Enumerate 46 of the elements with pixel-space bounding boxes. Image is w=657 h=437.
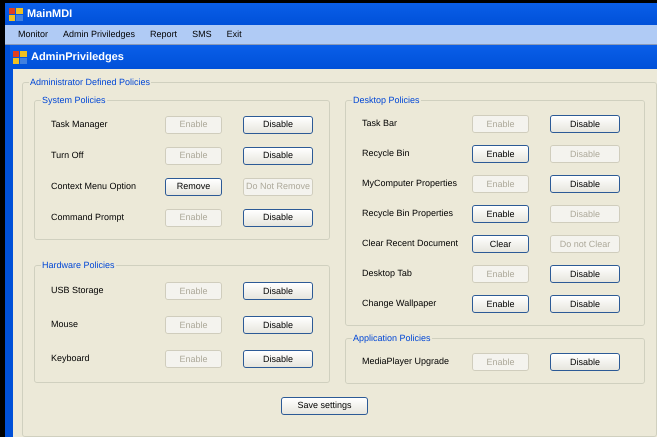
policy-button[interactable]: Enable — [472, 145, 529, 163]
policy-button[interactable]: Disable — [550, 295, 620, 313]
policy-label: Change Wallpaper — [362, 297, 438, 310]
policy-label: Context Menu Option — [51, 180, 138, 193]
policy-button[interactable]: Disable — [243, 282, 313, 300]
policy-button[interactable]: Disable — [550, 265, 620, 283]
policy-button[interactable]: Clear — [472, 235, 529, 253]
policy-label: Mouse — [51, 318, 80, 332]
policy-label: Command Prompt — [51, 210, 126, 224]
policy-label: Keyboard — [51, 352, 91, 366]
policy-button[interactable]: Disable — [550, 115, 620, 133]
menu-item[interactable]: Admin Priviledges — [63, 28, 136, 42]
policy-label: Recycle Bin — [362, 147, 411, 160]
policy-button[interactable]: Disable — [243, 116, 313, 134]
policy-button[interactable]: Disable — [243, 316, 313, 334]
menu-item[interactable]: Report — [150, 28, 178, 42]
policy-button[interactable]: Enable — [472, 295, 529, 313]
window-icon — [13, 50, 27, 64]
group-title: Desktop Policies — [352, 94, 421, 106]
policy-label: Recycle Bin Properties — [362, 207, 454, 220]
child-window-title: AdminPriviledges — [31, 50, 124, 65]
policy-label: MyComputer Properties — [362, 177, 458, 190]
group-title: Administrator Defined Policies — [29, 76, 152, 88]
policy-button[interactable]: Disable — [243, 208, 313, 226]
policy-button[interactable]: Disable — [550, 175, 620, 193]
save-button[interactable]: Save settings — [281, 397, 368, 415]
menu-item[interactable]: Monitor — [18, 28, 48, 42]
policy-label: Turn Off — [51, 148, 85, 162]
policy-label: Clear Recent Document — [362, 237, 460, 250]
policy-button[interactable]: Disable — [243, 350, 313, 368]
group-title: Hardware Policies — [41, 259, 116, 271]
window-icon — [9, 8, 23, 20]
group-title: System Policies — [41, 94, 107, 106]
policy-label: Desktop Tab — [362, 267, 413, 280]
policy-label: MediaPlayer Upgrade — [362, 355, 450, 368]
window-title: MainMDI — [27, 6, 72, 22]
policy-button[interactable]: Remove — [165, 178, 222, 196]
policy-button[interactable]: Disable — [243, 146, 313, 164]
policy-label: Task Bar — [362, 117, 398, 130]
policy-button[interactable]: Enable — [472, 205, 529, 223]
menu-item[interactable]: SMS — [192, 28, 212, 42]
menu-item[interactable]: Exit — [226, 28, 242, 42]
policy-label: USB Storage — [51, 284, 105, 298]
policy-button[interactable]: Disable — [550, 353, 620, 371]
policy-label: Task Manager — [51, 118, 109, 131]
group-title: Application Policies — [352, 332, 432, 344]
